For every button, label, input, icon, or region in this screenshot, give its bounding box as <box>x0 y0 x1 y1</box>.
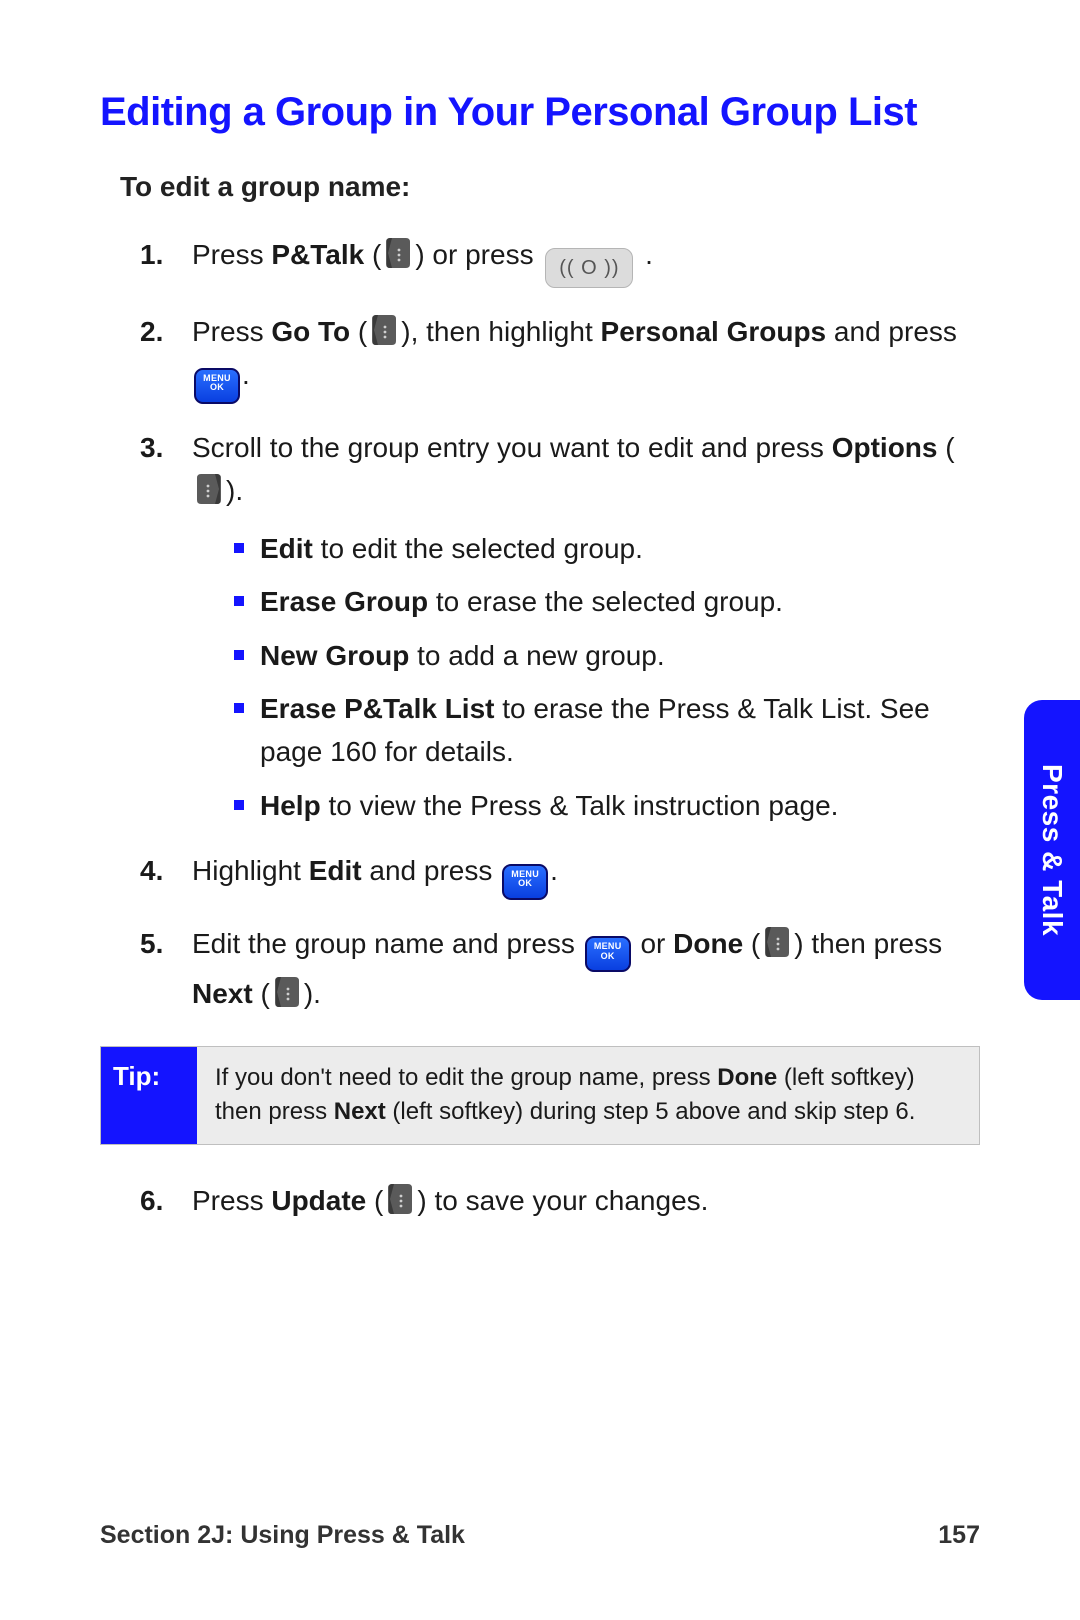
step-bold: Options <box>832 432 938 463</box>
step-bold: Personal Groups <box>601 316 827 347</box>
step-2: Press Go To ( ), then highlight Personal … <box>140 310 980 404</box>
menu-ok-bottom: OK <box>601 951 615 961</box>
steps-list: Press P&Talk ( ) or press (( O )) . Press… <box>140 233 980 1016</box>
step-bold: Go To <box>271 316 350 347</box>
menu-ok-bottom: OK <box>210 382 224 392</box>
softkey-left-icon <box>762 925 792 959</box>
step-text: Press <box>192 239 271 270</box>
bullet-bold: New Group <box>260 640 409 671</box>
step-text: Edit the group name and press <box>192 928 583 959</box>
step-text: Press <box>192 316 271 347</box>
step-text: ( <box>253 978 270 1009</box>
tip-text: (left softkey) during step 5 above and s… <box>386 1098 916 1125</box>
step-text: ) or press <box>415 239 541 270</box>
menu-ok-icon: MENUOK <box>585 936 631 972</box>
step-6: Press Update ( ) to save your changes. <box>140 1179 980 1222</box>
manual-page: Editing a Group in Your Personal Group L… <box>0 0 1080 1620</box>
step-text: ) then press <box>794 928 942 959</box>
bullet-text: to erase the selected group. <box>428 586 783 617</box>
step-text: ( <box>366 1185 383 1216</box>
tip-label: Tip: <box>101 1047 197 1145</box>
page-footer: Section 2J: Using Press & Talk 157 <box>100 1521 980 1550</box>
bullet-text: to view the Press & Talk instruction pag… <box>321 790 839 821</box>
side-tab: Press & Talk <box>1024 700 1080 1000</box>
step-text: Highlight <box>192 855 309 886</box>
softkey-left-icon <box>272 975 302 1009</box>
step-text: . <box>242 359 250 390</box>
step-bold: P&Talk <box>271 239 364 270</box>
step-text: ( <box>364 239 381 270</box>
step-text: and press <box>826 316 957 347</box>
tip-bold: Next <box>334 1098 386 1125</box>
page-title: Editing a Group in Your Personal Group L… <box>100 90 980 135</box>
footer-section: Section 2J: Using Press & Talk <box>100 1521 465 1550</box>
tip-body: If you don't need to edit the group name… <box>197 1047 979 1145</box>
step-3: Scroll to the group entry you want to ed… <box>140 426 980 827</box>
softkey-left-icon <box>383 236 413 270</box>
step-text: ) to save your changes. <box>417 1185 708 1216</box>
step-1: Press P&Talk ( ) or press (( O )) . <box>140 233 980 288</box>
bullet-bold: Edit <box>260 533 313 564</box>
step-text: or <box>633 928 673 959</box>
step-text: ), then highlight <box>401 316 600 347</box>
step-5: Edit the group name and press MENUOK or … <box>140 922 980 1016</box>
step-bold: Next <box>192 978 253 1009</box>
bullet-bold: Erase Group <box>260 586 428 617</box>
step-bold: Edit <box>309 855 362 886</box>
step-text: Scroll to the group entry you want to ed… <box>192 432 832 463</box>
step-text: and press <box>362 855 501 886</box>
softkey-left-icon <box>385 1182 415 1216</box>
tip-text: If you don't need to edit the group name… <box>215 1064 717 1091</box>
footer-page-number: 157 <box>938 1521 980 1550</box>
bullet-erase-ptt-list: Erase P&Talk List to erase the Press & T… <box>230 687 980 774</box>
bullet-new-group: New Group to add a new group. <box>230 634 980 677</box>
step-text: . <box>550 855 558 886</box>
bullet-bold: Erase P&Talk List <box>260 693 494 724</box>
bullet-erase-group: Erase Group to erase the selected group. <box>230 580 980 623</box>
softkey-right-icon <box>194 472 224 506</box>
step-text: ). <box>304 978 321 1009</box>
step-text: ( <box>350 316 367 347</box>
bullet-text: to edit the selected group. <box>313 533 643 564</box>
step-text: Press <box>192 1185 271 1216</box>
step-bold: Done <box>673 928 743 959</box>
softkey-left-icon <box>369 313 399 347</box>
options-bullets: Edit to edit the selected group. Erase G… <box>230 527 980 827</box>
step-4: Highlight Edit and press MENUOK. <box>140 849 980 900</box>
step-text: ). <box>226 475 243 506</box>
ptt-button-icon: (( O )) <box>545 248 633 288</box>
step-text: ( <box>937 432 954 463</box>
steps-list-cont: Press Update ( ) to save your changes. <box>140 1179 980 1222</box>
menu-ok-bottom: OK <box>518 878 532 888</box>
bullet-help: Help to view the Press & Talk instructio… <box>230 784 980 827</box>
intro-line: To edit a group name: <box>120 171 980 203</box>
step-text: . <box>637 239 653 270</box>
menu-ok-icon: MENUOK <box>502 864 548 900</box>
step-text: ( <box>743 928 760 959</box>
bullet-text: to add a new group. <box>409 640 664 671</box>
step-bold: Update <box>271 1185 366 1216</box>
tip-bold: Done <box>717 1064 777 1091</box>
bullet-edit: Edit to edit the selected group. <box>230 527 980 570</box>
bullet-bold: Help <box>260 790 321 821</box>
tip-box: Tip: If you don't need to edit the group… <box>100 1046 980 1146</box>
menu-ok-icon: MENUOK <box>194 368 240 404</box>
